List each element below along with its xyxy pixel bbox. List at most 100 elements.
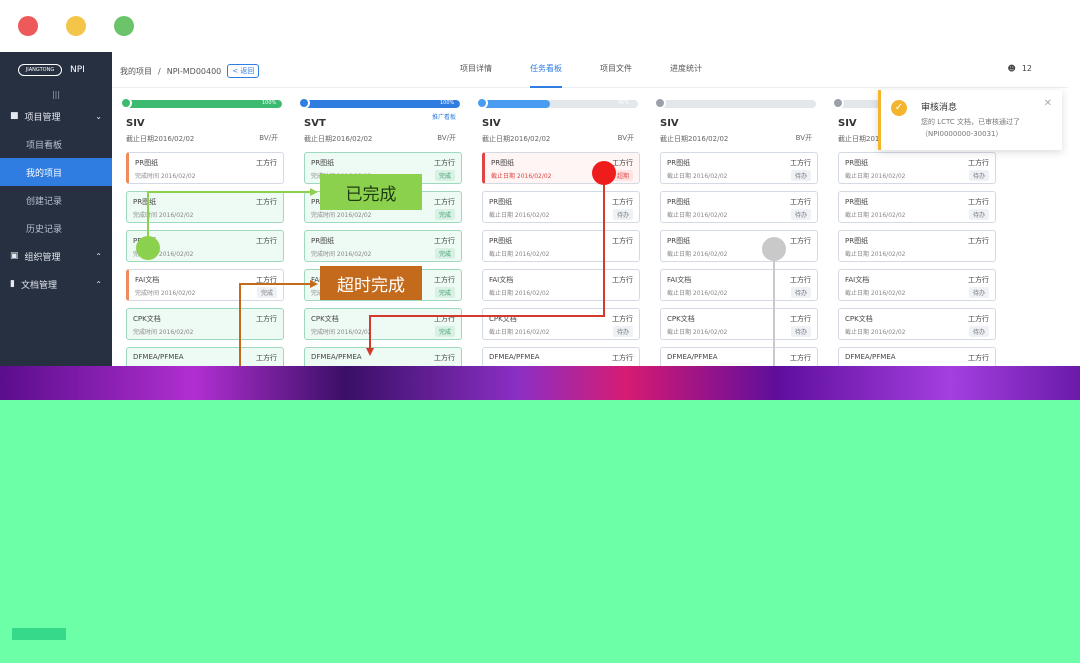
task-owner: 工方行 [790, 315, 811, 323]
task-card[interactable]: PR图纸 截止日期 2016/02/02 工方行 [482, 230, 640, 262]
nav-group-project[interactable]: ■ 项目管理 ⌄ [0, 102, 112, 130]
stage-action-button[interactable]: BV开 [618, 133, 634, 143]
task-card[interactable]: PR图纸 截止日期 2016/02/02 工方行 [838, 230, 996, 262]
nav-group-docs[interactable]: ▮ 文档管理 ⌃ [0, 270, 112, 298]
task-card[interactable]: PR图纸 截止日期 2016/02/02 工方行 超期 [482, 152, 640, 184]
board-column: 100%SVT截止日期2016/02/02BV/开推广看板PR图纸完成时间 20… [290, 90, 462, 390]
task-card[interactable]: CPK文档 截止日期 2016/02/02 工方行 待办 [482, 308, 640, 340]
close-icon[interactable]: ✕ [1044, 98, 1052, 109]
task-title: DFMEA/PFMEA [489, 353, 540, 361]
task-owner: 工方行 [256, 237, 277, 245]
toast-body: 您的 LCTC 文档，已审核通过了（NPI0000000-30031） [921, 118, 1020, 138]
task-card[interactable]: PR图纸完成时间 2016/02/02 工方行 [126, 191, 284, 223]
stage-progress-bar [656, 100, 816, 108]
task-title: CPK文档 [133, 315, 161, 323]
status-badge: 待办 [612, 209, 633, 220]
stage-progress-fill [122, 100, 282, 108]
tab-project-files[interactable]: 项目文件 [600, 52, 632, 88]
sidebar-item-board[interactable]: 项目看板 [0, 130, 112, 158]
tab-task-board[interactable]: 任务看板 [530, 52, 562, 88]
stage-title: SIV [126, 118, 145, 129]
nav-group-org[interactable]: ▣ 组织管理 ⌃ [0, 242, 112, 270]
task-date: 截止日期 2016/02/02 [845, 173, 906, 180]
annotation-late-label: 超时完成 [320, 266, 422, 300]
task-card[interactable]: PR图纸 截止日期 2016/02/02 工方行 待办 [660, 152, 818, 184]
task-card[interactable]: PR图纸完成时间 2016/02/02 工方行完成 [304, 230, 462, 262]
user-icon: ☻ [1007, 64, 1016, 73]
stage-deadline: 截止日期2016/02/02 [482, 135, 551, 143]
task-title: PR图纸 [667, 159, 691, 167]
breadcrumb-item[interactable]: 我的项目 [120, 66, 152, 77]
chevron-down-icon: ⌄ [95, 111, 102, 121]
task-card[interactable]: FAI文档 截止日期 2016/02/02 工方行 待办 [660, 269, 818, 301]
task-owner: 工方行 [790, 198, 811, 206]
task-title: PR图纸 [489, 198, 513, 206]
window-maximize-button[interactable] [114, 16, 134, 36]
task-owner: 工方行 [256, 159, 277, 167]
document-icon: ▮ [10, 279, 15, 289]
window-minimize-button[interactable] [66, 16, 86, 36]
task-owner: 工方行 [968, 276, 989, 284]
glitch-band [0, 366, 1080, 402]
tab-project-details[interactable]: 项目详情 [460, 52, 492, 88]
task-title: PR图纸 [491, 159, 515, 167]
stage-progress-bar [300, 100, 460, 108]
stage-action-button[interactable]: BV开 [796, 133, 812, 143]
task-date: 截止日期 2016/02/02 [667, 173, 728, 180]
task-owner: 工方行 [256, 354, 277, 362]
task-card[interactable]: PR图纸 截止日期 2016/02/02 工方行 待办 [660, 191, 818, 223]
task-card[interactable]: PR图纸 截止日期 2016/02/02 工方行 [660, 230, 818, 262]
sidebar-item-history[interactable]: 历史记录 [0, 214, 112, 242]
task-title: FAI文档 [667, 276, 692, 284]
task-date: 截止日期 2016/02/02 [845, 329, 906, 336]
task-date: 完成时间 2016/02/02 [133, 329, 194, 336]
window-close-button[interactable] [18, 16, 38, 36]
task-card[interactable]: FAI文档 截止日期 2016/02/02 工方行 [482, 269, 640, 301]
annotation-done-label: 已完成 [320, 174, 422, 210]
task-date: 完成时间 2016/02/02 [311, 212, 372, 219]
sidebar-item-create-records[interactable]: 创建记录 [0, 186, 112, 214]
tab-progress-stats[interactable]: 进度统计 [670, 52, 702, 88]
task-card[interactable]: FAI文档完成时间 2016/02/02 工方行完成 [126, 269, 284, 301]
status-badge: 完成 [434, 209, 455, 220]
user-menu[interactable]: ☻ 12 [1007, 64, 1032, 73]
briefcase-icon: ■ [10, 111, 19, 121]
task-owner: 工方行 [256, 276, 277, 284]
task-card[interactable]: FAI文档 截止日期 2016/02/02 工方行 待办 [838, 269, 996, 301]
task-card[interactable]: PR图纸 截止日期 2016/02/02 工方行 待办 [838, 191, 996, 223]
task-card[interactable]: CPK文档 截止日期 2016/02/02 工方行 待办 [838, 308, 996, 340]
logo-badge: JIANGTONG [18, 64, 62, 76]
breadcrumb-item: NPI-MD00400 [166, 66, 222, 76]
task-date: 截止日期 2016/02/02 [491, 173, 552, 180]
task-owner: 工方行 [790, 276, 811, 284]
task-date: 截止日期 2016/02/02 [489, 251, 550, 258]
stage-progress-fill [300, 100, 460, 108]
task-card[interactable]: PR图纸完成时间 2016/02/02 工方行 [126, 152, 284, 184]
board-column: 45% SIV 截止日期2016/02/02 BV开 PR图纸 截止日期 2016/02/… [468, 90, 640, 390]
back-button[interactable]: < 返回 [227, 64, 260, 78]
task-owner: 工方行 [434, 354, 455, 362]
task-title: CPK文档 [489, 315, 517, 323]
stage-title: SIV [660, 118, 679, 129]
collapse-toggle-icon[interactable]: ||| [0, 88, 112, 102]
user-name: 12 [1021, 64, 1032, 73]
task-title: PR图纸 [311, 237, 335, 245]
task-card[interactable]: CPK文档 截止日期 2016/02/02 工方行 待办 [660, 308, 818, 340]
task-card[interactable]: CPK文档 完成时间 2016/02/02 工方行 完成 [304, 308, 462, 340]
task-date: 截止日期 2016/02/02 [489, 212, 550, 219]
stage-action-button[interactable]: BV/开 [259, 133, 278, 143]
corrupted-area [0, 400, 1080, 663]
tab-bar: 项目详情 任务看板 项目文件 进度统计 [460, 52, 702, 88]
sidebar-item-my-projects[interactable]: 我的项目 [0, 158, 112, 186]
task-card[interactable]: CPK文档 完成时间 2016/02/02 工方行 [126, 308, 284, 340]
task-date: 完成时间 2016/02/02 [133, 212, 194, 219]
marker-grey-dot [762, 237, 786, 261]
task-card[interactable]: PR图纸 截止日期 2016/02/02 工方行 待办 [838, 152, 996, 184]
stage-action-button[interactable]: BV/开 [437, 133, 456, 143]
task-date: 完成时间 2016/02/02 [135, 290, 196, 297]
stage-deadline: 截止日期2016/02/02 [304, 135, 373, 143]
stage-status-icon [120, 97, 132, 109]
stage-link[interactable]: 推广看板 [432, 112, 456, 121]
task-card[interactable]: PR图纸 截止日期 2016/02/02 工方行 待办 [482, 191, 640, 223]
task-owner: 工方行 [612, 159, 633, 167]
